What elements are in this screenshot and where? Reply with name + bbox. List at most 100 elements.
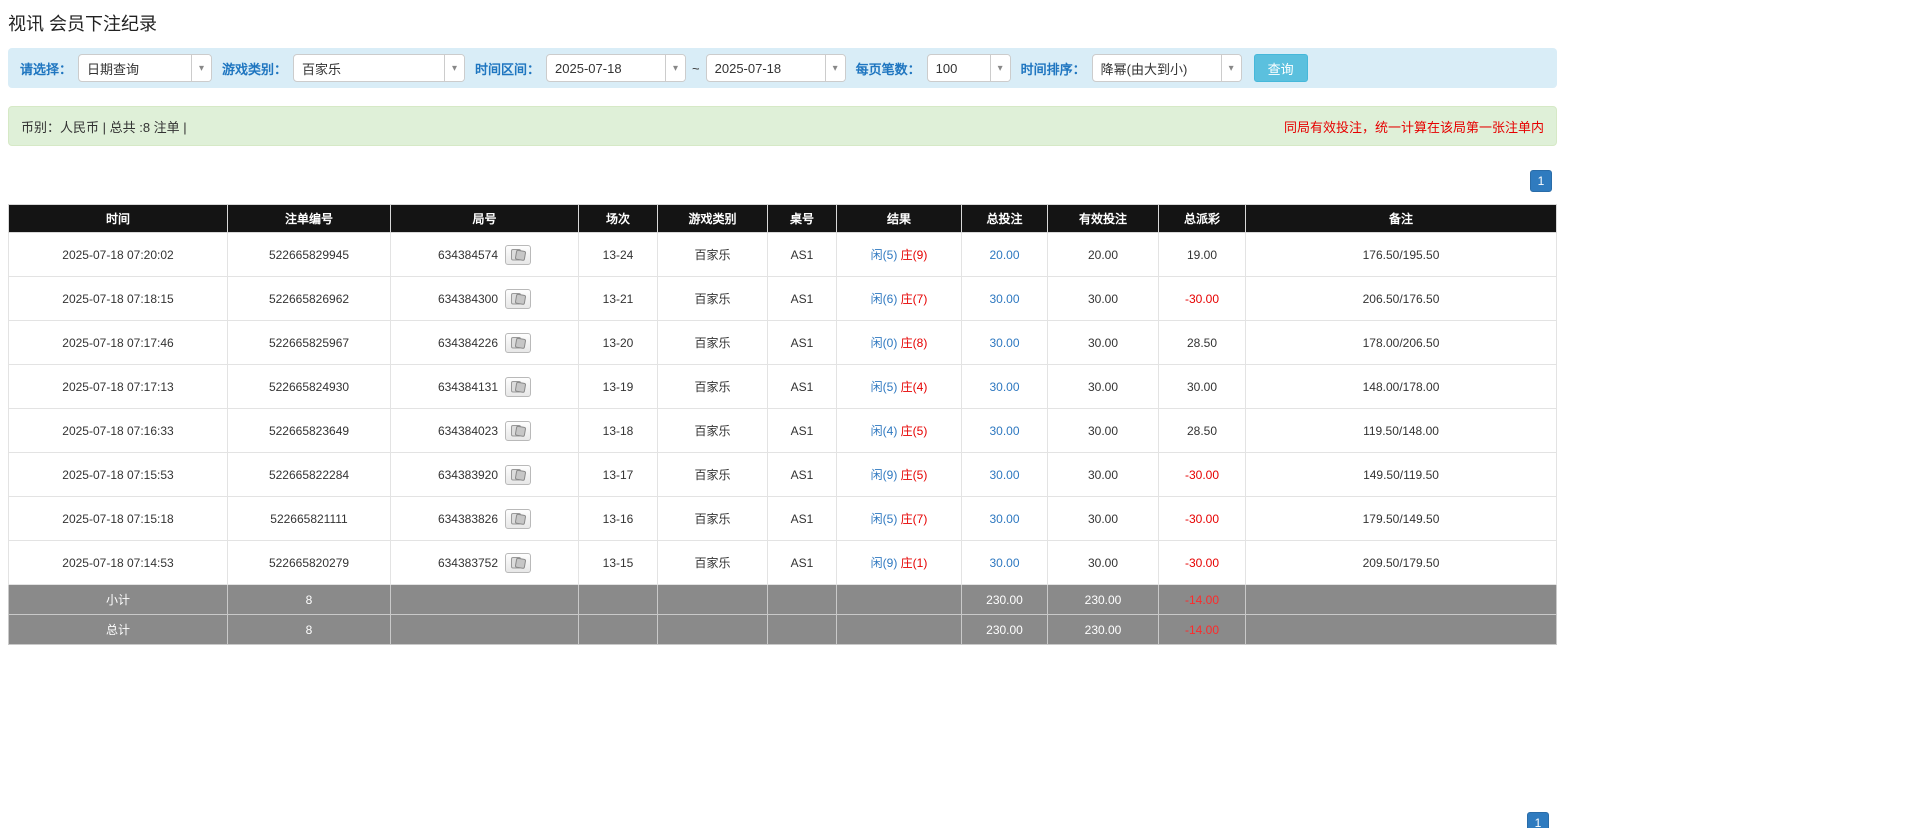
game-detail-icon[interactable] bbox=[505, 376, 532, 397]
game-type-dropdown[interactable]: 百家乐 ▾ bbox=[293, 54, 466, 82]
column-header: 注单编号 bbox=[227, 204, 391, 233]
query-type-value: 日期查询 bbox=[87, 61, 140, 77]
cell-session: 13-19 bbox=[578, 364, 658, 409]
round-number: 634383920 bbox=[437, 467, 499, 482]
chevron-down-icon[interactable]: ▾ bbox=[989, 55, 1010, 81]
cell-session: 13-21 bbox=[578, 276, 658, 321]
total-bet-link[interactable]: 30.00 bbox=[989, 380, 1019, 394]
total-bet-link[interactable]: 30.00 bbox=[989, 468, 1019, 482]
summary-currency-total: 币别：人民币 | 总共 :8 注单 | bbox=[21, 119, 187, 135]
cell-valid-bet: 30.00 bbox=[1047, 452, 1159, 497]
total-row-cell bbox=[836, 614, 962, 645]
cell-total-bet: 30.00 bbox=[961, 320, 1048, 365]
cell-table-no: AS1 bbox=[767, 232, 837, 277]
total-row-cell: 总计 bbox=[8, 614, 228, 645]
cell-session: 13-20 bbox=[578, 320, 658, 365]
cell-table-no: AS1 bbox=[767, 496, 837, 541]
cell-valid-bet: 30.00 bbox=[1047, 408, 1159, 453]
cell-round: 634383752 bbox=[390, 540, 579, 585]
total-row-cell bbox=[1245, 614, 1557, 645]
round-wrap: 634384574 bbox=[438, 244, 532, 265]
date-from-picker[interactable]: 2025-07-18 ▾ bbox=[546, 54, 687, 82]
total-bet-link[interactable]: 30.00 bbox=[989, 556, 1019, 570]
game-detail-icon[interactable] bbox=[505, 288, 532, 309]
cell-time: 2025-07-18 07:15:18 bbox=[8, 496, 228, 541]
chevron-down-icon[interactable]: ▾ bbox=[1220, 55, 1241, 81]
date-range-separator: ~ bbox=[692, 60, 700, 76]
cell-bet-id: 522665822284 bbox=[227, 452, 391, 497]
column-header: 备注 bbox=[1245, 204, 1557, 233]
total-row-cell: -14.00 bbox=[1158, 614, 1246, 645]
total-bet-link[interactable]: 30.00 bbox=[989, 336, 1019, 350]
round-wrap: 634383826 bbox=[438, 508, 532, 529]
total-bet-link[interactable]: 30.00 bbox=[989, 424, 1019, 438]
cell-round: 634383920 bbox=[390, 452, 579, 497]
total-row-cell: 230.00 bbox=[1047, 614, 1159, 645]
pagination-page-1-bottom[interactable]: 1 bbox=[1527, 812, 1549, 828]
cell-bet-id: 522665820279 bbox=[227, 540, 391, 585]
sort-label: 时间排序： bbox=[1020, 61, 1086, 77]
game-detail-icon[interactable] bbox=[505, 332, 532, 353]
round-wrap: 634384226 bbox=[438, 332, 532, 353]
result-banker: 庄(5) bbox=[900, 468, 928, 482]
cell-time: 2025-07-18 07:18:15 bbox=[8, 276, 228, 321]
game-detail-icon[interactable] bbox=[505, 420, 532, 441]
cell-bet-id: 522665825967 bbox=[227, 320, 391, 365]
cell-game-type: 百家乐 bbox=[657, 364, 768, 409]
round-wrap: 634384131 bbox=[438, 376, 532, 397]
column-header: 总投注 bbox=[961, 204, 1048, 233]
cell-total-bet: 20.00 bbox=[961, 232, 1048, 277]
cell-table-no: AS1 bbox=[767, 276, 837, 321]
column-header: 场次 bbox=[578, 204, 658, 233]
game-detail-icon[interactable] bbox=[505, 464, 532, 485]
game-detail-icon[interactable] bbox=[505, 244, 532, 265]
cell-session: 13-24 bbox=[578, 232, 658, 277]
round-number: 634384300 bbox=[437, 291, 499, 306]
cell-game-type: 百家乐 bbox=[657, 276, 768, 321]
total-row: 总计 8 230.00 230.00 -14.00 bbox=[8, 614, 1557, 645]
game-detail-icon[interactable] bbox=[505, 508, 532, 529]
cell-total-bet: 30.00 bbox=[961, 276, 1048, 321]
pagination-page-1[interactable]: 1 bbox=[1530, 170, 1552, 192]
cell-remark: 209.50/179.50 bbox=[1245, 540, 1557, 585]
result-banker: 庄(5) bbox=[900, 424, 928, 438]
game-detail-icon[interactable] bbox=[505, 552, 532, 573]
page: 视讯 会员下注纪录 请选择： 日期查询 ▾ 游戏类别： 百家乐 ▾ 时间区间： … bbox=[0, 0, 1915, 828]
page-size-dropdown[interactable]: 100 ▾ bbox=[926, 54, 1011, 82]
cell-result: 闲(4) 庄(5) bbox=[836, 408, 962, 453]
date-to-picker[interactable]: 2025-07-18 ▾ bbox=[705, 54, 846, 82]
game-type-label: 游戏类别： bbox=[222, 61, 288, 77]
page-title: 视讯 会员下注纪录 bbox=[8, 14, 158, 34]
cell-session: 13-17 bbox=[578, 452, 658, 497]
filter-bar: 请选择： 日期查询 ▾ 游戏类别： 百家乐 ▾ 时间区间： 2025-07-18… bbox=[8, 48, 1557, 88]
table-row: 2025-07-18 07:17:13 522665824930 634384131… bbox=[8, 364, 1557, 409]
chevron-down-icon[interactable]: ▾ bbox=[444, 55, 465, 81]
chevron-down-icon[interactable]: ▾ bbox=[824, 55, 845, 81]
cell-time: 2025-07-18 07:17:13 bbox=[8, 364, 228, 409]
cell-remark: 206.50/176.50 bbox=[1245, 276, 1557, 321]
total-bet-link[interactable]: 30.00 bbox=[989, 292, 1019, 306]
sort-dropdown[interactable]: 降幂(由大到小) ▾ bbox=[1091, 54, 1242, 82]
query-type-dropdown[interactable]: 日期查询 ▾ bbox=[78, 54, 213, 82]
cell-valid-bet: 30.00 bbox=[1047, 276, 1159, 321]
result-player: 闲(4) bbox=[870, 424, 898, 438]
total-bet-link[interactable]: 30.00 bbox=[989, 512, 1019, 526]
subtotal-row-cell: 230.00 bbox=[1047, 584, 1159, 615]
total-row-cell bbox=[390, 614, 579, 645]
cell-remark: 119.50/148.00 bbox=[1245, 408, 1557, 453]
cell-time: 2025-07-18 07:20:02 bbox=[8, 232, 228, 277]
cell-payout: -30.00 bbox=[1158, 540, 1246, 585]
cell-table-no: AS1 bbox=[767, 452, 837, 497]
search-button[interactable]: 查询 bbox=[1253, 54, 1308, 82]
cell-table-no: AS1 bbox=[767, 364, 837, 409]
cell-payout: -30.00 bbox=[1158, 276, 1246, 321]
total-bet-link[interactable]: 20.00 bbox=[989, 248, 1019, 262]
chevron-down-icon[interactable]: ▾ bbox=[665, 55, 686, 81]
sort-value: 降幂(由大到小) bbox=[1100, 61, 1188, 77]
cell-game-type: 百家乐 bbox=[657, 496, 768, 541]
cell-valid-bet: 30.00 bbox=[1047, 364, 1159, 409]
total-row-cell bbox=[578, 614, 658, 645]
cell-round: 634384574 bbox=[390, 232, 579, 277]
cell-round: 634383826 bbox=[390, 496, 579, 541]
chevron-down-icon[interactable]: ▾ bbox=[191, 55, 212, 81]
